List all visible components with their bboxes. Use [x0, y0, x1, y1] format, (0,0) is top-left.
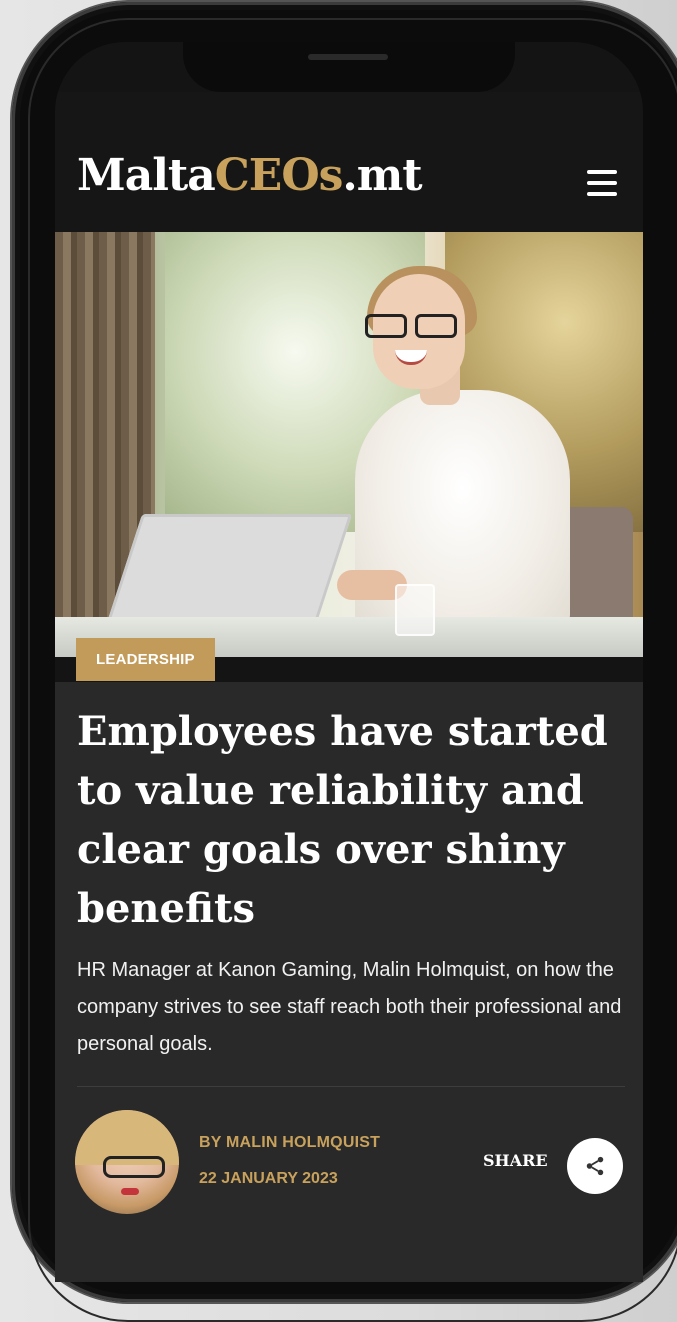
divider	[77, 1086, 625, 1087]
article-summary: HR Manager at Kanon Gaming, Malin Holmqu…	[77, 959, 622, 1055]
share-button[interactable]	[567, 1138, 623, 1194]
article-card: Employees have started to value reliabil…	[55, 682, 643, 1282]
category-badge[interactable]: LEADERSHIP	[76, 638, 215, 681]
article-hero-image[interactable]	[55, 232, 643, 657]
phone-screen: MaltaCEOs.mt Employees have started to v…	[55, 42, 643, 1282]
logo-text-mt: .mt	[342, 150, 422, 201]
author-name[interactable]: BY MALIN HOLMQUIST	[199, 1134, 380, 1152]
logo-text-malta: Malta	[77, 150, 216, 201]
share-icon	[586, 1156, 604, 1176]
publish-date: 22 JANUARY 2023	[199, 1170, 338, 1187]
logo-text-ceos: CEOs	[214, 150, 344, 201]
site-logo[interactable]: MaltaCEOs.mt	[77, 150, 423, 201]
article-headline[interactable]: Employees have started to value reliabil…	[77, 702, 622, 938]
author-avatar[interactable]	[75, 1110, 179, 1214]
hamburger-menu-icon[interactable]	[587, 170, 617, 196]
phone-notch	[183, 42, 515, 92]
site-header: MaltaCEOs.mt	[55, 92, 643, 232]
share-label: SHARE	[483, 1151, 548, 1170]
speaker-grille	[308, 54, 388, 60]
